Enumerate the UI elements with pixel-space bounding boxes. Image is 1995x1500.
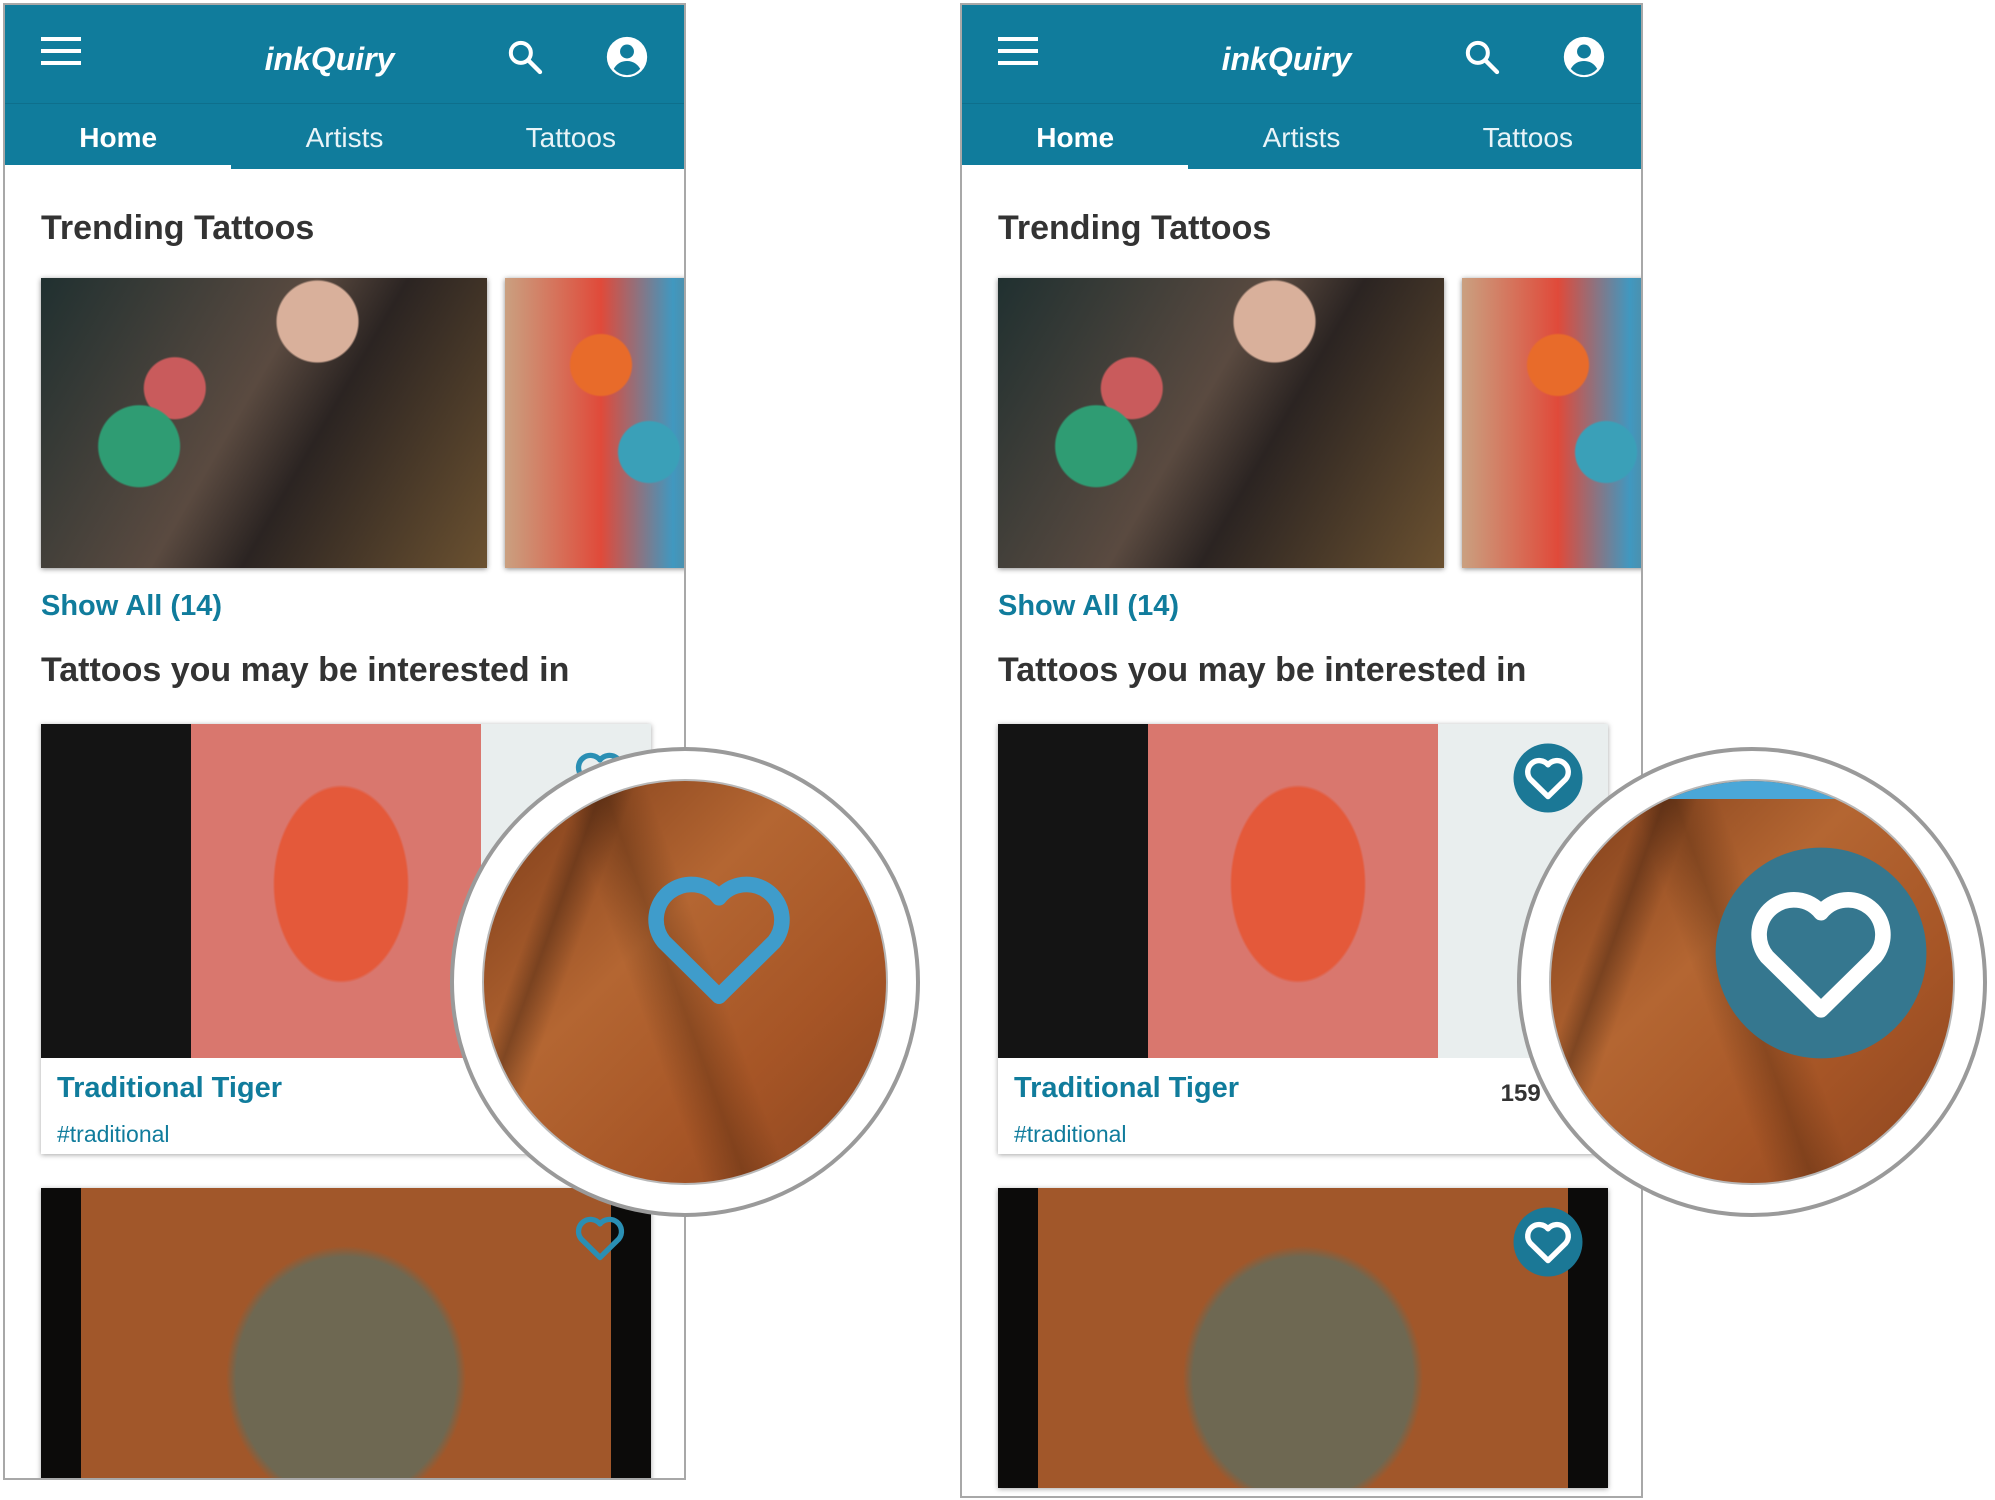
account-icon[interactable]: [605, 35, 649, 79]
heart-outline-icon[interactable]: [571, 1208, 629, 1266]
phone-screen-before: inkQuiry Home Artists Tattoos Trending T…: [3, 3, 686, 1480]
heart-outline-icon: [648, 876, 790, 1004]
zoom-callout-outline-heart: [450, 747, 920, 1217]
trending-title: Trending Tattoos: [998, 209, 1272, 247]
account-icon[interactable]: [1562, 35, 1606, 79]
phone-screen-after: inkQuiry Home Artists Tattoos Trending T…: [960, 3, 1643, 1498]
heart-filled-icon[interactable]: [1512, 742, 1584, 814]
heart-filled-icon: [1715, 847, 1927, 1059]
app-bar: inkQuiry: [962, 5, 1641, 103]
tab-bar: Home Artists Tattoos: [5, 103, 684, 169]
trending-carousel[interactable]: [998, 278, 1641, 568]
trending-image-2[interactable]: [505, 278, 684, 568]
tab-tattoos[interactable]: Tattoos: [1415, 104, 1641, 169]
tab-artists[interactable]: Artists: [1188, 104, 1414, 169]
tattoo-card[interactable]: [998, 1188, 1608, 1488]
app-bar: inkQuiry: [5, 5, 684, 103]
zoom-callout-filled-heart: [1517, 747, 1987, 1217]
search-icon[interactable]: [505, 37, 545, 77]
tab-bar: Home Artists Tattoos: [962, 103, 1641, 169]
interested-title: Tattoos you may be interested in: [998, 651, 1527, 689]
tattoo-card[interactable]: [41, 1188, 651, 1478]
app-title: inkQuiry: [264, 41, 395, 77]
trending-title: Trending Tattoos: [41, 209, 315, 247]
card-tag[interactable]: #traditional: [1014, 1121, 1592, 1148]
show-all-link[interactable]: Show All (14): [998, 590, 1641, 623]
zoomed-background: [482, 779, 888, 1185]
tattoo-image-lion: [41, 1188, 651, 1478]
trending-image-1[interactable]: [998, 278, 1444, 568]
tab-home[interactable]: Home: [962, 104, 1189, 169]
trending-image-2[interactable]: [1462, 278, 1641, 568]
tab-tattoos[interactable]: Tattoos: [458, 104, 684, 169]
tab-home[interactable]: Home: [5, 104, 232, 169]
heart-filled-icon[interactable]: [1512, 1206, 1584, 1278]
show-all-link[interactable]: Show All (14): [41, 590, 684, 623]
zoomed-appbar-edge: [1551, 781, 1953, 799]
card-body: Traditional Tiger 159 L #traditional: [998, 1058, 1608, 1154]
interested-title: Tattoos you may be interested in: [41, 651, 570, 689]
tattoo-card[interactable]: Traditional Tiger 159 L #traditional: [998, 724, 1608, 1154]
tab-artists[interactable]: Artists: [231, 104, 457, 169]
trending-carousel[interactable]: [41, 278, 684, 568]
search-icon[interactable]: [1462, 37, 1502, 77]
app-title: inkQuiry: [1221, 41, 1352, 77]
zoomed-background: [1549, 779, 1955, 1185]
home-content: Trending Tattoos Show All (14) Tattoos y…: [962, 209, 1641, 1488]
trending-image-1[interactable]: [41, 278, 487, 568]
